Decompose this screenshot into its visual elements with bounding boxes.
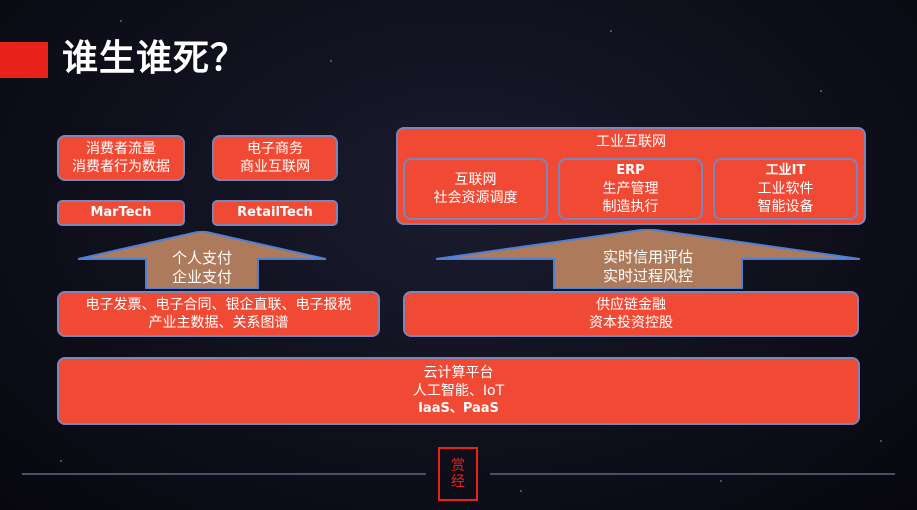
erp-title: ERP [616, 163, 645, 178]
industrial-it-box: 工业IT 工业软件 智能设备 [713, 158, 858, 220]
star [610, 30, 612, 32]
right-bottom-line-1: 供应链金融 [596, 297, 666, 313]
cloud-platform-box: 云计算平台 人工智能、IoT IaaS、PaaS [57, 357, 860, 425]
star [60, 460, 62, 462]
industrial-it-line-2: 智能设备 [757, 199, 814, 215]
consumer-line-1: 消费者流量 [86, 141, 156, 157]
consumer-line-2: 消费者行为数据 [72, 159, 170, 175]
retailtech-box: RetailTech [212, 200, 338, 226]
ecommerce-box: 电子商务 商业互联网 [212, 135, 338, 181]
left-bottom-box: 电子发票、电子合同、银企直联、电子报税 产业主数据、关系图谱 [57, 291, 380, 337]
page-title: 谁生谁死？ [62, 38, 248, 79]
left-bottom-line-2: 产业主数据、关系图谱 [148, 315, 289, 331]
footer-divider-right [490, 473, 895, 475]
star [330, 60, 332, 62]
cloud-line-1: 云计算平台 [423, 365, 494, 381]
star [820, 90, 822, 92]
ecommerce-line-1: 电子商务 [247, 141, 303, 157]
logo-seal: 赏 经 [438, 447, 478, 501]
logo-char-2: 经 [451, 474, 465, 490]
right-arrow-line-1: 实时信用评估 [602, 248, 693, 266]
left-arrow-line-1: 个人支付 [171, 249, 232, 267]
right-arrow-label: 实时信用评估 实时过程风控 [570, 248, 726, 286]
cloud-line-2: 人工智能、IoT [412, 383, 505, 399]
retailtech-label: RetailTech [237, 205, 313, 220]
star [880, 440, 882, 442]
left-bottom-line-1: 电子发票、电子合同、银企直联、电子报税 [85, 297, 352, 313]
star [720, 480, 722, 482]
right-bottom-line-2: 资本投资控股 [589, 315, 673, 331]
industrial-internet-label: 工业互联网 [596, 134, 666, 150]
erp-line-1: 生产管理 [602, 181, 659, 197]
erp-box: ERP 生产管理 制造执行 [558, 158, 703, 220]
left-arrow-line-2: 企业支付 [171, 268, 232, 286]
star [520, 490, 522, 492]
martech-box: MarTech [57, 200, 185, 226]
logo-char-1: 赏 [451, 458, 465, 474]
internet-line-2: 社会资源调度 [433, 190, 518, 206]
consumer-box: 消费者流量 消费者行为数据 [57, 135, 185, 181]
erp-line-2: 制造执行 [602, 199, 659, 215]
right-bottom-box: 供应链金融 资本投资控股 [403, 291, 859, 337]
internet-line-1: 互联网 [454, 172, 497, 188]
right-arrow-line-2: 实时过程风控 [602, 267, 693, 285]
footer-divider-left [22, 473, 426, 475]
martech-label: MarTech [90, 205, 152, 220]
title-accent-bar [0, 42, 48, 78]
industrial-it-line-1: 工业软件 [757, 181, 814, 197]
star [120, 20, 122, 22]
left-arrow-label: 个人支付 企业支付 [150, 249, 254, 287]
internet-box: 互联网 社会资源调度 [403, 158, 548, 220]
cloud-line-3: IaaS、PaaS [418, 401, 499, 416]
ecommerce-line-2: 商业互联网 [240, 159, 310, 175]
industrial-it-title: 工业IT [765, 163, 806, 178]
